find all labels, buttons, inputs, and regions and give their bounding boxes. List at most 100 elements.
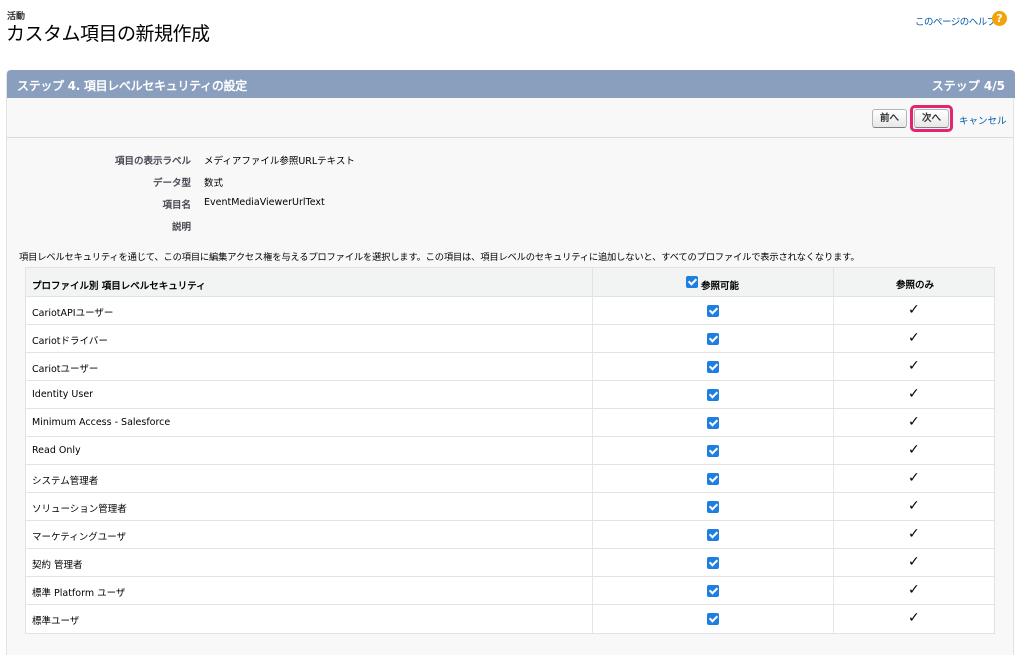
table-row: Cariotドライバー ✓ bbox=[26, 325, 994, 353]
readable-checkbox[interactable] bbox=[707, 361, 719, 373]
table-body: CariotAPIユーザー ✓ Cariotドライバー ✓ Cariotユーザー ✓ Ide… bbox=[26, 297, 994, 633]
read-only-check-icon[interactable]: ✓ bbox=[908, 302, 920, 318]
select-all-readable-checkbox[interactable] bbox=[686, 276, 698, 288]
read-only-check-icon[interactable]: ✓ bbox=[908, 498, 920, 514]
instruction-text: 項目レベルセキュリティを通じて、この項目に編集アクセス権を与えるプロファイルを選… bbox=[19, 252, 860, 263]
column-header-profile: プロファイル別 項目レベルセキュリティ bbox=[32, 281, 206, 292]
field-security-table: プロファイル別 項目レベルセキュリティ 参照可能 参照のみ CariotAPIユ… bbox=[25, 267, 995, 634]
table-row: Cariotユーザー ✓ bbox=[26, 353, 994, 381]
cancel-link[interactable]: キャンセル bbox=[959, 113, 1007, 127]
profile-name: マーケティングユーザ bbox=[32, 532, 127, 543]
column-divider bbox=[833, 605, 834, 633]
column-divider bbox=[592, 437, 593, 464]
table-row: マーケティングユーザ ✓ bbox=[26, 521, 994, 549]
profile-name: Cariotドライバー bbox=[32, 336, 108, 347]
detail-label: データ型 bbox=[152, 178, 191, 189]
column-divider bbox=[592, 465, 593, 492]
column-divider bbox=[833, 297, 834, 324]
profile-name: システム管理者 bbox=[32, 476, 99, 487]
table-row: 契約 管理者 ✓ bbox=[26, 549, 994, 577]
read-only-check-icon[interactable]: ✓ bbox=[908, 470, 920, 486]
column-divider bbox=[833, 521, 834, 548]
profile-name: Identity User bbox=[32, 389, 94, 400]
next-button[interactable]: 次へ bbox=[914, 109, 949, 128]
step-count: ステップ 4/5 bbox=[931, 79, 1005, 93]
column-divider bbox=[833, 381, 834, 408]
column-divider bbox=[592, 577, 593, 604]
read-only-check-icon[interactable]: ✓ bbox=[908, 554, 920, 570]
prev-button[interactable]: 前へ bbox=[872, 109, 907, 128]
readable-checkbox[interactable] bbox=[707, 585, 719, 597]
profile-name: 契約 管理者 bbox=[32, 560, 83, 571]
readable-checkbox[interactable] bbox=[707, 445, 719, 457]
detail-label: 項目の表示ラベル bbox=[114, 156, 191, 167]
table-header: プロファイル別 項目レベルセキュリティ 参照可能 参照のみ bbox=[26, 268, 994, 297]
profile-name: 標準ユーザ bbox=[32, 616, 80, 627]
readable-checkbox[interactable] bbox=[707, 417, 719, 429]
column-divider bbox=[833, 549, 834, 576]
readable-checkbox[interactable] bbox=[707, 613, 719, 625]
column-divider bbox=[592, 353, 593, 380]
read-only-check-icon[interactable]: ✓ bbox=[908, 414, 920, 430]
profile-name: 標準 Platform ユーザ bbox=[32, 588, 126, 599]
read-only-check-icon[interactable]: ✓ bbox=[908, 330, 920, 346]
profile-name: Read Only bbox=[32, 445, 81, 456]
readable-checkbox[interactable] bbox=[707, 389, 719, 401]
column-header-read-only-label: 参照のみ bbox=[895, 280, 934, 291]
readable-checkbox[interactable] bbox=[707, 557, 719, 569]
read-only-check-icon[interactable]: ✓ bbox=[908, 386, 920, 402]
profile-name: ソリューション管理者 bbox=[32, 504, 127, 515]
detail-value: 数式 bbox=[204, 178, 224, 189]
read-only-check-icon[interactable]: ✓ bbox=[908, 526, 920, 542]
button-row: 前へ 次へ キャンセル bbox=[7, 98, 1013, 138]
column-divider bbox=[592, 521, 593, 548]
column-divider bbox=[592, 325, 593, 352]
readable-checkbox[interactable] bbox=[707, 529, 719, 541]
column-divider bbox=[833, 353, 834, 380]
table-row: Minimum Access - Salesforce ✓ bbox=[26, 409, 994, 437]
readable-checkbox[interactable] bbox=[707, 473, 719, 485]
column-divider bbox=[592, 493, 593, 520]
detail-label: 説明 bbox=[171, 222, 191, 233]
column-divider bbox=[592, 297, 593, 324]
table-row: Read Only ✓ bbox=[26, 437, 994, 465]
read-only-check-icon[interactable]: ✓ bbox=[908, 358, 920, 374]
column-divider bbox=[592, 605, 593, 633]
readable-checkbox[interactable] bbox=[707, 305, 719, 317]
table-row: 標準ユーザ ✓ bbox=[26, 605, 994, 633]
profile-name: CariotAPIユーザー bbox=[32, 308, 114, 319]
column-header-readable: 参照可能 bbox=[592, 268, 833, 296]
column-header-readable-label: 参照可能 bbox=[701, 281, 740, 292]
read-only-check-icon[interactable]: ✓ bbox=[908, 442, 920, 458]
column-divider bbox=[592, 381, 593, 408]
column-divider bbox=[833, 577, 834, 604]
table-row: ソリューション管理者 ✓ bbox=[26, 493, 994, 521]
column-divider bbox=[833, 437, 834, 464]
help-link[interactable]: このページのヘルプ bbox=[915, 14, 996, 28]
column-divider bbox=[592, 549, 593, 576]
table-row: システム管理者 ✓ bbox=[26, 465, 994, 493]
table-row: Identity User ✓ bbox=[26, 381, 994, 409]
readable-checkbox[interactable] bbox=[707, 501, 719, 513]
step-panel: ステップ 4. 項目レベルセキュリティの設定 ステップ 4/5 前へ 次へ キャ… bbox=[6, 70, 1015, 655]
detail-label: 項目名 bbox=[162, 200, 191, 211]
step-title: ステップ 4. 項目レベルセキュリティの設定 bbox=[17, 79, 247, 93]
help-icon[interactable]: ? bbox=[992, 11, 1007, 26]
table-row: CariotAPIユーザー ✓ bbox=[26, 297, 994, 325]
readable-checkbox[interactable] bbox=[707, 333, 719, 345]
column-divider bbox=[833, 465, 834, 492]
read-only-check-icon[interactable]: ✓ bbox=[908, 610, 920, 626]
profile-name: Minimum Access - Salesforce bbox=[32, 417, 171, 428]
table-row: 標準 Platform ユーザ ✓ bbox=[26, 577, 994, 605]
detail-value: メディアファイル参照URLテキスト bbox=[204, 156, 355, 167]
read-only-check-icon[interactable]: ✓ bbox=[908, 582, 920, 598]
column-divider bbox=[833, 409, 834, 436]
column-divider bbox=[833, 493, 834, 520]
column-divider bbox=[833, 325, 834, 352]
panel-header: ステップ 4. 項目レベルセキュリティの設定 ステップ 4/5 bbox=[7, 70, 1015, 98]
profile-name: Cariotユーザー bbox=[32, 364, 99, 375]
column-divider bbox=[592, 409, 593, 436]
column-header-read-only: 参照のみ bbox=[833, 268, 995, 296]
detail-value: EventMediaViewerUrlText bbox=[204, 197, 325, 208]
page-title: カスタム項目の新規作成 bbox=[6, 23, 210, 45]
